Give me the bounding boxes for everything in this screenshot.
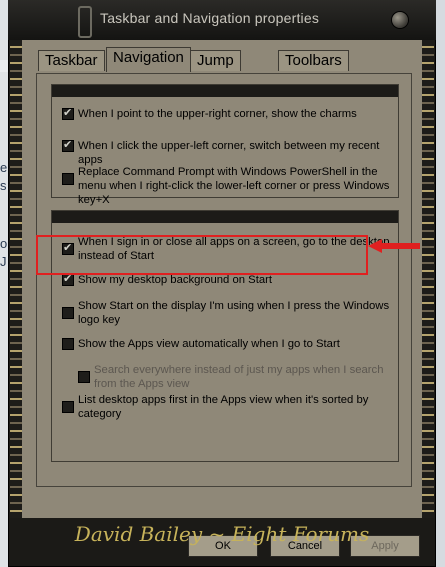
close-orb-icon[interactable]	[392, 12, 408, 28]
group-header	[52, 211, 398, 223]
option-label: Show Start on the display I'm using when…	[78, 300, 390, 326]
tab-taskbar[interactable]: Taskbar	[38, 50, 105, 71]
properties-window: Taskbar and Navigation properties Taskba…	[8, 0, 436, 567]
right-border-chain	[422, 40, 434, 518]
signature-watermark: David Bailey ~ Eight Forums	[74, 522, 370, 546]
window-title: Taskbar and Navigation properties	[100, 10, 320, 26]
option-label: When I point to the upper-right corner, …	[78, 108, 357, 120]
navigation-panel: When I point to the upper-right corner, …	[36, 73, 412, 487]
checkbox[interactable]	[78, 371, 90, 383]
checkbox[interactable]	[62, 106, 74, 120]
checkbox[interactable]	[62, 173, 74, 185]
highlight-box	[36, 235, 368, 275]
option-label: Search everywhere instead of just my app…	[94, 364, 384, 390]
corner-navigation-group: When I point to the upper-right corner, …	[51, 84, 399, 206]
checkbox[interactable]	[62, 138, 74, 152]
red-arrow-icon	[368, 239, 420, 253]
app-icon	[78, 6, 92, 38]
option-label: When I click the upper-left corner, swit…	[78, 140, 380, 166]
tab-jump-lists[interactable]: Jump Lists	[190, 50, 241, 89]
option-label: Show the Apps view automatically when I …	[78, 338, 340, 350]
option-label: List desktop apps first in the Apps view…	[78, 394, 369, 420]
group-header	[52, 85, 398, 97]
tab-navigation[interactable]: Navigation	[106, 47, 191, 72]
checkbox[interactable]	[62, 338, 74, 350]
option-label: Replace Command Prompt with Windows Powe…	[78, 166, 390, 206]
title-bar[interactable]: Taskbar and Navigation properties	[8, 0, 436, 40]
checkbox[interactable]	[62, 307, 74, 319]
checkbox[interactable]	[62, 272, 74, 286]
option-label: Show my desktop background on Start	[78, 274, 273, 286]
tab-toolbars[interactable]: Toolbars	[278, 50, 349, 71]
left-border-chain	[10, 40, 22, 518]
checkbox[interactable]	[62, 401, 74, 413]
dialog-client: Taskbar Navigation Jump Lists Toolbars W…	[22, 40, 422, 557]
